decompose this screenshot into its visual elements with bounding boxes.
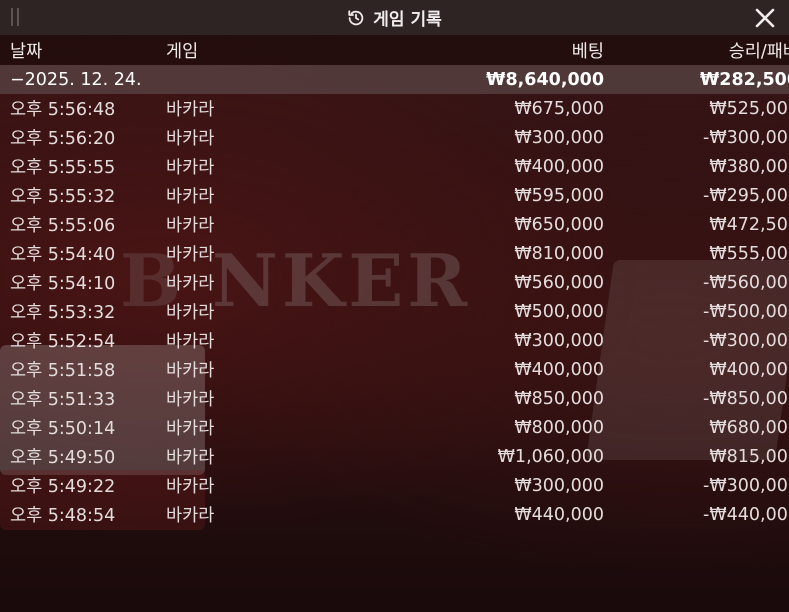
table-row[interactable]: 오후 5:52:54 바카라 ₩300,000 -₩300,000 bbox=[0, 326, 789, 355]
row-result: -₩440,000 bbox=[703, 504, 789, 525]
table-row[interactable]: 오후 5:56:48 바카라 ₩675,000 ₩525,000 bbox=[0, 94, 789, 123]
window-title: 게임 기록 bbox=[347, 5, 442, 30]
table-row[interactable]: 오후 5:49:50 바카라 ₩1,060,000 ₩815,000 bbox=[0, 442, 789, 471]
row-bet: ₩810,000 bbox=[514, 243, 604, 264]
row-game: 바카라 bbox=[166, 245, 215, 265]
row-result: -₩500,000 bbox=[703, 301, 789, 322]
window-title-text: 게임 기록 bbox=[373, 10, 442, 30]
row-time: 오후 5:54:10 bbox=[10, 274, 116, 294]
group-bet-total: ₩8,640,000 bbox=[486, 69, 604, 90]
row-time: 오후 5:56:48 bbox=[10, 100, 116, 120]
row-bet: ₩560,000 bbox=[514, 272, 604, 293]
column-header-game: 게임 bbox=[166, 41, 199, 62]
row-game: 바카라 bbox=[166, 216, 215, 236]
row-time: 오후 5:48:54 bbox=[10, 506, 116, 526]
row-result: -₩300,000 bbox=[703, 330, 789, 351]
row-time: 오후 5:55:55 bbox=[10, 158, 116, 178]
group-game-empty bbox=[166, 65, 326, 94]
column-header-bet: 베팅 bbox=[571, 41, 604, 62]
row-result: ₩815,000 bbox=[709, 446, 789, 467]
title-bar: 게임 기록 bbox=[0, 0, 789, 35]
table-row[interactable]: 오후 5:54:10 바카라 ₩560,000 -₩560,000 bbox=[0, 268, 789, 297]
row-time: 오후 5:53:32 bbox=[10, 303, 116, 323]
group-result-total: ₩282,500 bbox=[699, 69, 789, 90]
table-row[interactable]: 오후 5:56:20 바카라 ₩300,000 -₩300,000 bbox=[0, 123, 789, 152]
row-time: 오후 5:52:54 bbox=[10, 332, 116, 352]
table-row[interactable]: 오후 5:49:22 바카라 ₩300,000 -₩300,000 bbox=[0, 471, 789, 500]
row-game: 바카라 bbox=[166, 361, 215, 381]
row-game: 바카라 bbox=[166, 303, 215, 323]
table-row[interactable]: 오후 5:55:32 바카라 ₩595,000 -₩295,000 bbox=[0, 181, 789, 210]
group-date: −2025. 12. 24. bbox=[10, 69, 142, 90]
column-header-result: 승리/패배 bbox=[728, 41, 789, 62]
row-bet: ₩300,000 bbox=[514, 127, 604, 148]
row-result: -₩300,000 bbox=[703, 127, 789, 148]
row-game: 바카라 bbox=[166, 100, 215, 120]
row-bet: ₩300,000 bbox=[514, 330, 604, 351]
row-time: 오후 5:49:22 bbox=[10, 477, 116, 497]
table-row[interactable]: 오후 5:48:54 바카라 ₩440,000 -₩440,000 bbox=[0, 500, 789, 529]
row-bet: ₩440,000 bbox=[514, 504, 604, 525]
row-time: 오후 5:51:33 bbox=[10, 390, 116, 410]
row-bet: ₩1,060,000 bbox=[497, 446, 604, 467]
row-game: 바카라 bbox=[166, 129, 215, 149]
row-bet: ₩675,000 bbox=[514, 98, 604, 119]
row-game: 바카라 bbox=[166, 448, 215, 468]
row-result: -₩300,000 bbox=[703, 475, 789, 496]
row-result: ₩525,000 bbox=[709, 98, 789, 119]
row-game: 바카라 bbox=[166, 390, 215, 410]
row-bet: ₩500,000 bbox=[514, 301, 604, 322]
table-row[interactable]: 오후 5:50:14 바카라 ₩800,000 ₩680,000 bbox=[0, 413, 789, 442]
row-bet: ₩300,000 bbox=[514, 475, 604, 496]
row-game: 바카라 bbox=[166, 332, 215, 352]
table-header-row: 날짜 게임 베팅 승리/패배 bbox=[0, 35, 789, 65]
row-game: 바카라 bbox=[166, 274, 215, 294]
table-row[interactable]: 오후 5:55:06 바카라 ₩650,000 ₩472,500 bbox=[0, 210, 789, 239]
row-game: 바카라 bbox=[166, 506, 215, 526]
row-result: ₩680,000 bbox=[709, 417, 789, 438]
row-bet: ₩800,000 bbox=[514, 417, 604, 438]
drag-handle-icon[interactable] bbox=[11, 8, 19, 26]
table-row[interactable]: 오후 5:51:58 바카라 ₩400,000 ₩400,000 bbox=[0, 355, 789, 384]
table-row[interactable]: 오후 5:55:55 바카라 ₩400,000 ₩380,000 bbox=[0, 152, 789, 181]
history-icon bbox=[347, 9, 365, 27]
row-time: 오후 5:49:50 bbox=[10, 448, 116, 468]
row-time: 오후 5:55:32 bbox=[10, 187, 116, 207]
row-time: 오후 5:56:20 bbox=[10, 129, 116, 149]
row-time: 오후 5:51:58 bbox=[10, 361, 116, 381]
table-row[interactable]: 오후 5:54:40 바카라 ₩810,000 ₩555,000 bbox=[0, 239, 789, 268]
row-result: -₩560,000 bbox=[703, 272, 789, 293]
row-game: 바카라 bbox=[166, 158, 215, 178]
row-result: ₩472,500 bbox=[709, 214, 789, 235]
row-bet: ₩850,000 bbox=[514, 388, 604, 409]
column-header-date: 날짜 bbox=[10, 41, 43, 62]
date-group-row[interactable]: −2025. 12. 24. ₩8,640,000 ₩282,500 bbox=[0, 65, 789, 94]
row-game: 바카라 bbox=[166, 477, 215, 497]
table-row[interactable]: 오후 5:51:33 바카라 ₩850,000 -₩850,000 bbox=[0, 384, 789, 413]
row-time: 오후 5:55:06 bbox=[10, 216, 116, 236]
close-button[interactable] bbox=[752, 5, 777, 30]
row-bet: ₩650,000 bbox=[514, 214, 604, 235]
row-bet: ₩400,000 bbox=[514, 156, 604, 177]
row-result: -₩850,000 bbox=[703, 388, 789, 409]
row-bet: ₩400,000 bbox=[514, 359, 604, 380]
game-history-table: 날짜 게임 베팅 승리/패배 −2025. 12. 24. ₩8,640,000… bbox=[0, 35, 789, 529]
row-game: 바카라 bbox=[166, 187, 215, 207]
row-time: 오후 5:50:14 bbox=[10, 419, 116, 439]
row-result: ₩555,000 bbox=[709, 243, 789, 264]
row-time: 오후 5:54:40 bbox=[10, 245, 116, 265]
table-row[interactable]: 오후 5:53:32 바카라 ₩500,000 -₩500,000 bbox=[0, 297, 789, 326]
row-result: -₩295,000 bbox=[703, 185, 789, 206]
row-result: ₩400,000 bbox=[709, 359, 789, 380]
row-bet: ₩595,000 bbox=[514, 185, 604, 206]
close-icon bbox=[755, 8, 774, 27]
row-result: ₩380,000 bbox=[709, 156, 789, 177]
row-game: 바카라 bbox=[166, 419, 215, 439]
